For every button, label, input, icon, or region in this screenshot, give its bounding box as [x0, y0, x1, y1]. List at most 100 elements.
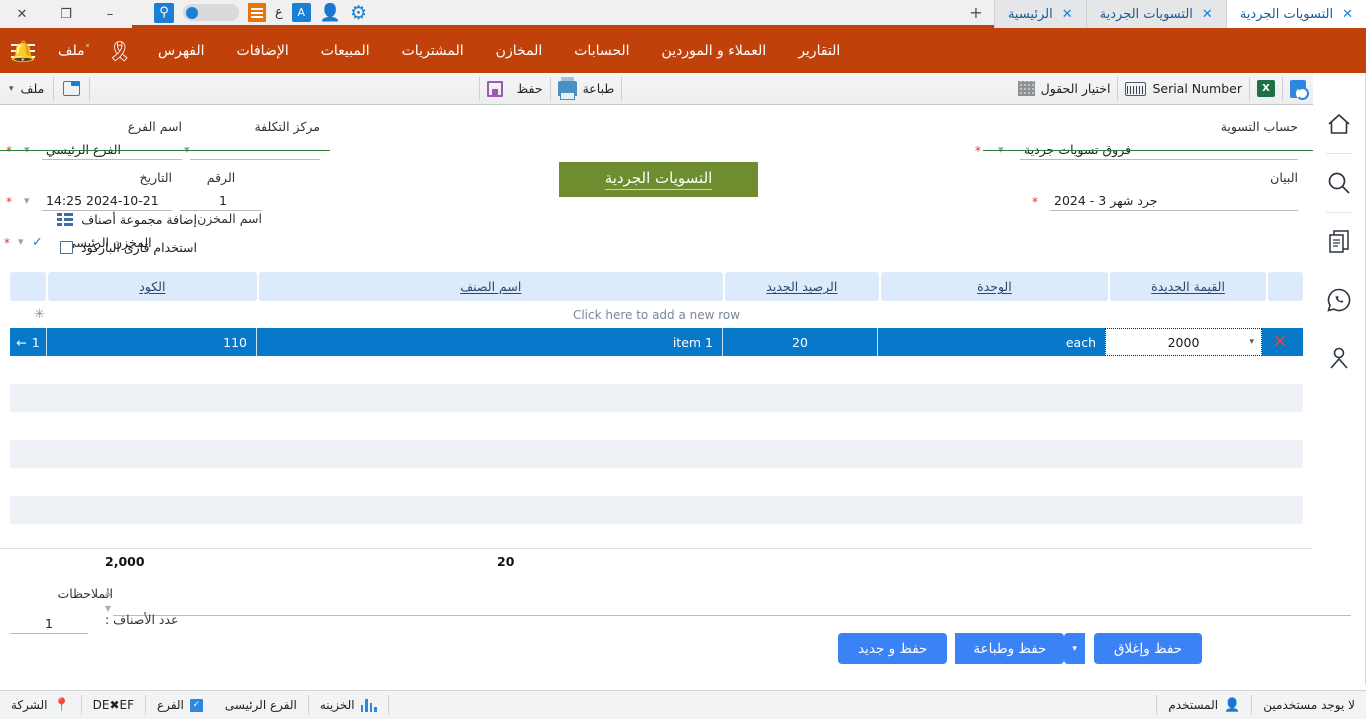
field-statement: البيان جرد شهر 3 - 2024 * [1032, 170, 1298, 211]
status-divider [145, 695, 147, 715]
grid-col-unit[interactable]: الوحدة [880, 272, 1108, 301]
grid-col-code[interactable]: الكود [47, 272, 257, 301]
choose-fields-label: اختيار الحقول [1040, 81, 1111, 96]
home-icon[interactable] [1313, 95, 1366, 153]
notes-input[interactable] [113, 592, 1351, 616]
save-and-close-button[interactable]: حفظ وإغلاق [1093, 633, 1203, 664]
date-input[interactable]: 2024-10-21 14:25 [42, 189, 172, 211]
new-window-icon[interactable] [63, 81, 81, 96]
account-icon[interactable] [1313, 329, 1366, 387]
required-marker: * [6, 195, 12, 209]
status-user[interactable]: 👤 المستخدم [1157, 691, 1251, 719]
add-item-group-button[interactable]: إضافة مجموعة أصناف [57, 212, 197, 227]
save-and-print-button[interactable]: حفظ وطباعة [955, 633, 1065, 664]
new-tab-button[interactable]: + [958, 0, 994, 25]
user-icon[interactable]: 👤 [320, 3, 341, 23]
grid-header-row: الكود اسم الصنف الرصيد الجديد الوحدة الق… [0, 272, 1313, 301]
branch-name-label: اسم الفرع [127, 119, 182, 134]
toolbar-new-window-group [54, 73, 89, 105]
status-branch[interactable]: ✓ الفرع [146, 691, 214, 719]
search-icon[interactable]: ⚲ [154, 2, 174, 23]
close-icon[interactable]: ✕ [1342, 7, 1353, 22]
branch-checkbox[interactable]: ✓ [189, 698, 203, 712]
menu-item-purchases[interactable]: المشتريات [386, 43, 480, 59]
statement-input[interactable]: جرد شهر 3 - 2024 [1050, 189, 1298, 211]
chevron-down-icon[interactable]: ▾ [9, 84, 14, 94]
menu-item-customers-suppliers[interactable]: العملاء و الموردين [646, 43, 783, 59]
toolbar-divider [478, 76, 480, 101]
grid-empty-row[interactable] [10, 468, 1303, 496]
barcode-scanner-checkbox[interactable] [60, 241, 73, 254]
notifications-bell-icon[interactable]: 🔔 [11, 39, 36, 63]
translate-icon[interactable]: A [291, 3, 311, 22]
grid-empty-row[interactable] [10, 440, 1303, 468]
close-window-button[interactable]: ✕ [0, 0, 44, 28]
chevron-down-icon[interactable]: ▾ [24, 194, 30, 207]
grid-col-new-value[interactable]: القيمة الجديدة [1109, 272, 1267, 301]
save-toolbar-button[interactable] [480, 76, 510, 102]
toggle-switch[interactable] [183, 4, 239, 21]
cell-item-name[interactable]: item 1 [256, 328, 722, 356]
tab-home[interactable]: ✕ الرئيسية [993, 0, 1086, 28]
statement-label: البيان [1270, 170, 1298, 185]
settlement-account-input[interactable]: فروق تسويات جردية [1020, 138, 1298, 160]
menu-item-accounts[interactable]: الحسابات [558, 43, 645, 59]
save-and-print-dropdown-icon[interactable]: ▾ [1064, 633, 1085, 664]
status-company-value: DE✖EF [82, 691, 145, 719]
cell-new-value-editor[interactable]: ▾ 2000 [1105, 328, 1262, 356]
number-input[interactable]: 1 [180, 189, 262, 211]
table-row[interactable]: 1 ← 110 item 1 20 each ▾ 2000 ✕ [10, 328, 1303, 356]
menu-item-index[interactable]: الفهرس [142, 43, 221, 59]
grid-col-new-balance[interactable]: الرصيد الجديد [724, 272, 879, 301]
section-divider-right [983, 150, 1313, 151]
export-excel-button[interactable]: X [1250, 76, 1282, 102]
menu-item-warehouses[interactable]: المخازن [480, 43, 559, 59]
toolbar-file-label[interactable]: ملف [21, 81, 45, 96]
print-button[interactable]: طباعة [551, 76, 622, 102]
choose-fields-button[interactable]: اختيار الحقول [1011, 76, 1118, 102]
tab-inventory-adjustments-2[interactable]: ✕ التسويات الجردية [1085, 0, 1226, 28]
whatsapp-icon[interactable] [1313, 271, 1366, 329]
tab-inventory-adjustments-1[interactable]: ✕ التسويات الجردية [1225, 0, 1366, 28]
menu-item-addons[interactable]: الإضافات [221, 43, 305, 59]
branch-name-input[interactable]: الفرع الرئيسي [42, 138, 182, 160]
restore-window-button[interactable]: ❐ [44, 0, 88, 28]
spinner-up-icon[interactable]: ▲ [105, 588, 111, 597]
serial-number-button[interactable]: Serial Number [1118, 76, 1249, 102]
menu-item-sales[interactable]: المبيعات [305, 43, 386, 59]
use-barcode-scanner-row[interactable]: استخدام قارئ الباركود [60, 240, 197, 255]
notes-spinner[interactable]: ▲ ▼ [105, 588, 111, 613]
cell-unit[interactable]: each [877, 328, 1105, 356]
delete-row-button[interactable]: ✕ [1262, 328, 1298, 356]
export-doc-button[interactable] [1283, 76, 1313, 102]
chevron-down-icon[interactable]: ▾ [18, 235, 24, 248]
field-date: التاريخ 2024-10-21 14:25 ▾ * [6, 170, 172, 211]
cell-unit-value: each [1065, 334, 1096, 350]
search-icon[interactable] [1313, 154, 1366, 212]
save-label-button[interactable]: حفظ [510, 76, 550, 102]
save-and-new-button[interactable]: حفظ و جديد [838, 633, 948, 664]
grid-empty-row[interactable] [10, 412, 1303, 440]
close-icon[interactable]: ✕ [1202, 7, 1213, 22]
list-icon[interactable] [248, 3, 266, 22]
menu-item-file[interactable]: ملف [46, 43, 97, 59]
menu-item-reports[interactable]: التقارير [782, 43, 856, 59]
arabic-lang-icon[interactable]: ع [275, 5, 283, 20]
cell-new-balance[interactable]: 20 [722, 328, 877, 356]
status-treasury[interactable]: الخزينه [309, 691, 388, 719]
grid-empty-row[interactable] [10, 384, 1303, 412]
cost-center-input[interactable] [190, 138, 320, 160]
cell-code[interactable]: 110 [46, 328, 256, 356]
settings-gear-icon[interactable]: ⚙ [350, 2, 367, 24]
grid-col-item-name[interactable]: اسم الصنف [258, 272, 723, 301]
notifications-area[interactable]: 🔔 [0, 28, 46, 73]
dropdown-arrow-icon[interactable]: ▾ [1249, 337, 1254, 347]
grid-empty-row[interactable] [10, 356, 1303, 384]
add-new-row-hint[interactable]: ✳ Click here to add a new row [0, 301, 1313, 328]
minimize-window-button[interactable]: – [88, 0, 132, 28]
page-title-banner: التسويات الجردية [559, 162, 758, 197]
close-icon[interactable]: ✕ [1062, 7, 1073, 22]
documents-icon[interactable] [1313, 213, 1366, 271]
grid-empty-row[interactable] [10, 496, 1303, 524]
status-company[interactable]: 📍 الشركة [0, 691, 81, 719]
